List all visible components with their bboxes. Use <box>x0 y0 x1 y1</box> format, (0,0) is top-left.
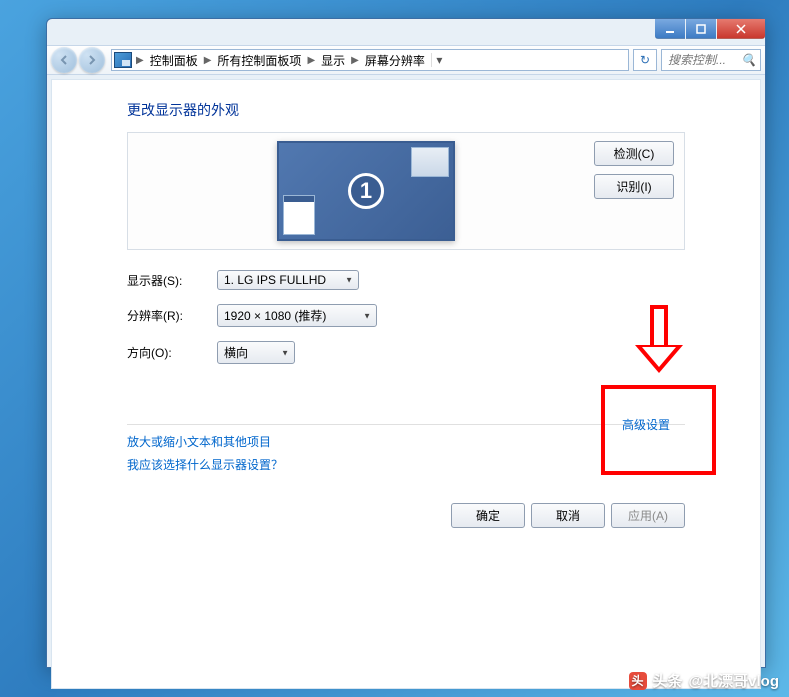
forward-button[interactable] <box>79 47 105 73</box>
annotation-arrow <box>635 305 683 373</box>
chevron-right-icon: ▶ <box>136 55 144 66</box>
apply-button[interactable]: 应用(A) <box>611 503 685 528</box>
ok-button[interactable]: 确定 <box>451 503 525 528</box>
display-dropdown[interactable]: 1. LG IPS FULLHD <box>217 270 359 290</box>
chevron-right-icon: ▶ <box>351 55 359 66</box>
search-icon: 🔍 <box>741 53 756 67</box>
navigation-bar: ▶ 控制面板 ▶ 所有控制面板项 ▶ 显示 ▶ 屏幕分辨率 ▾ ↻ 🔍 <box>47 45 765 75</box>
monitor-icon <box>114 52 132 68</box>
watermark: 头 头条 @北漂哥vlog <box>629 670 779 691</box>
orientation-dropdown[interactable]: 横向 <box>217 341 295 364</box>
back-button[interactable] <box>51 47 77 73</box>
display-label: 显示器(S): <box>127 272 217 289</box>
breadcrumb-item[interactable]: 显示 <box>315 52 351 69</box>
resolution-label: 分辨率(R): <box>127 307 217 324</box>
detect-button[interactable]: 检测(C) <box>594 141 674 166</box>
breadcrumb-item[interactable]: 屏幕分辨率 <box>359 52 431 69</box>
display-row: 显示器(S): 1. LG IPS FULLHD <box>127 270 685 290</box>
preview-buttons: 检测(C) 识别(I) <box>594 141 674 199</box>
breadcrumb-item[interactable]: 所有控制面板项 <box>211 52 307 69</box>
resolution-row: 分辨率(R): 1920 × 1080 (推荐) <box>127 304 685 327</box>
orientation-row: 方向(O): 横向 <box>127 341 685 364</box>
dialog-buttons: 确定 取消 应用(A) <box>127 503 685 528</box>
watermark-prefix: 头条 <box>653 670 683 691</box>
chevron-right-icon: ▶ <box>307 55 315 66</box>
preview-window-icon <box>283 195 315 235</box>
chevron-right-icon: ▶ <box>204 55 212 66</box>
minimize-button[interactable] <box>655 19 685 39</box>
watermark-text: @北漂哥vlog <box>689 670 779 691</box>
cancel-button[interactable]: 取消 <box>531 503 605 528</box>
search-box[interactable]: 🔍 <box>661 49 761 71</box>
orientation-label: 方向(O): <box>127 344 217 361</box>
address-bar[interactable]: ▶ 控制面板 ▶ 所有控制面板项 ▶ 显示 ▶ 屏幕分辨率 ▾ <box>111 49 629 71</box>
annotation-highlight-box <box>601 385 716 475</box>
page-title: 更改显示器的外观 <box>127 100 685 120</box>
window-controls <box>654 19 765 39</box>
content-area: 更改显示器的外观 1 检测(C) 识别(I) 显示器(S): 1. LG IPS… <box>51 79 761 689</box>
identify-button[interactable]: 识别(I) <box>594 174 674 199</box>
monitor-number-badge: 1 <box>348 173 384 209</box>
control-panel-window: ▶ 控制面板 ▶ 所有控制面板项 ▶ 显示 ▶ 屏幕分辨率 ▾ ↻ 🔍 更改显示… <box>46 18 766 668</box>
maximize-button[interactable] <box>686 19 716 39</box>
address-dropdown[interactable]: ▾ <box>431 53 447 67</box>
titlebar <box>47 19 765 45</box>
search-input[interactable] <box>666 52 736 68</box>
watermark-icon: 头 <box>629 672 647 690</box>
preview-window-icon <box>411 147 449 177</box>
refresh-button[interactable]: ↻ <box>633 49 657 71</box>
display-preview-panel: 1 检测(C) 识别(I) <box>127 132 685 250</box>
resolution-dropdown[interactable]: 1920 × 1080 (推荐) <box>217 304 377 327</box>
close-button[interactable] <box>717 19 765 39</box>
breadcrumb-item[interactable]: 控制面板 <box>144 52 204 69</box>
monitor-preview[interactable]: 1 <box>277 141 455 241</box>
